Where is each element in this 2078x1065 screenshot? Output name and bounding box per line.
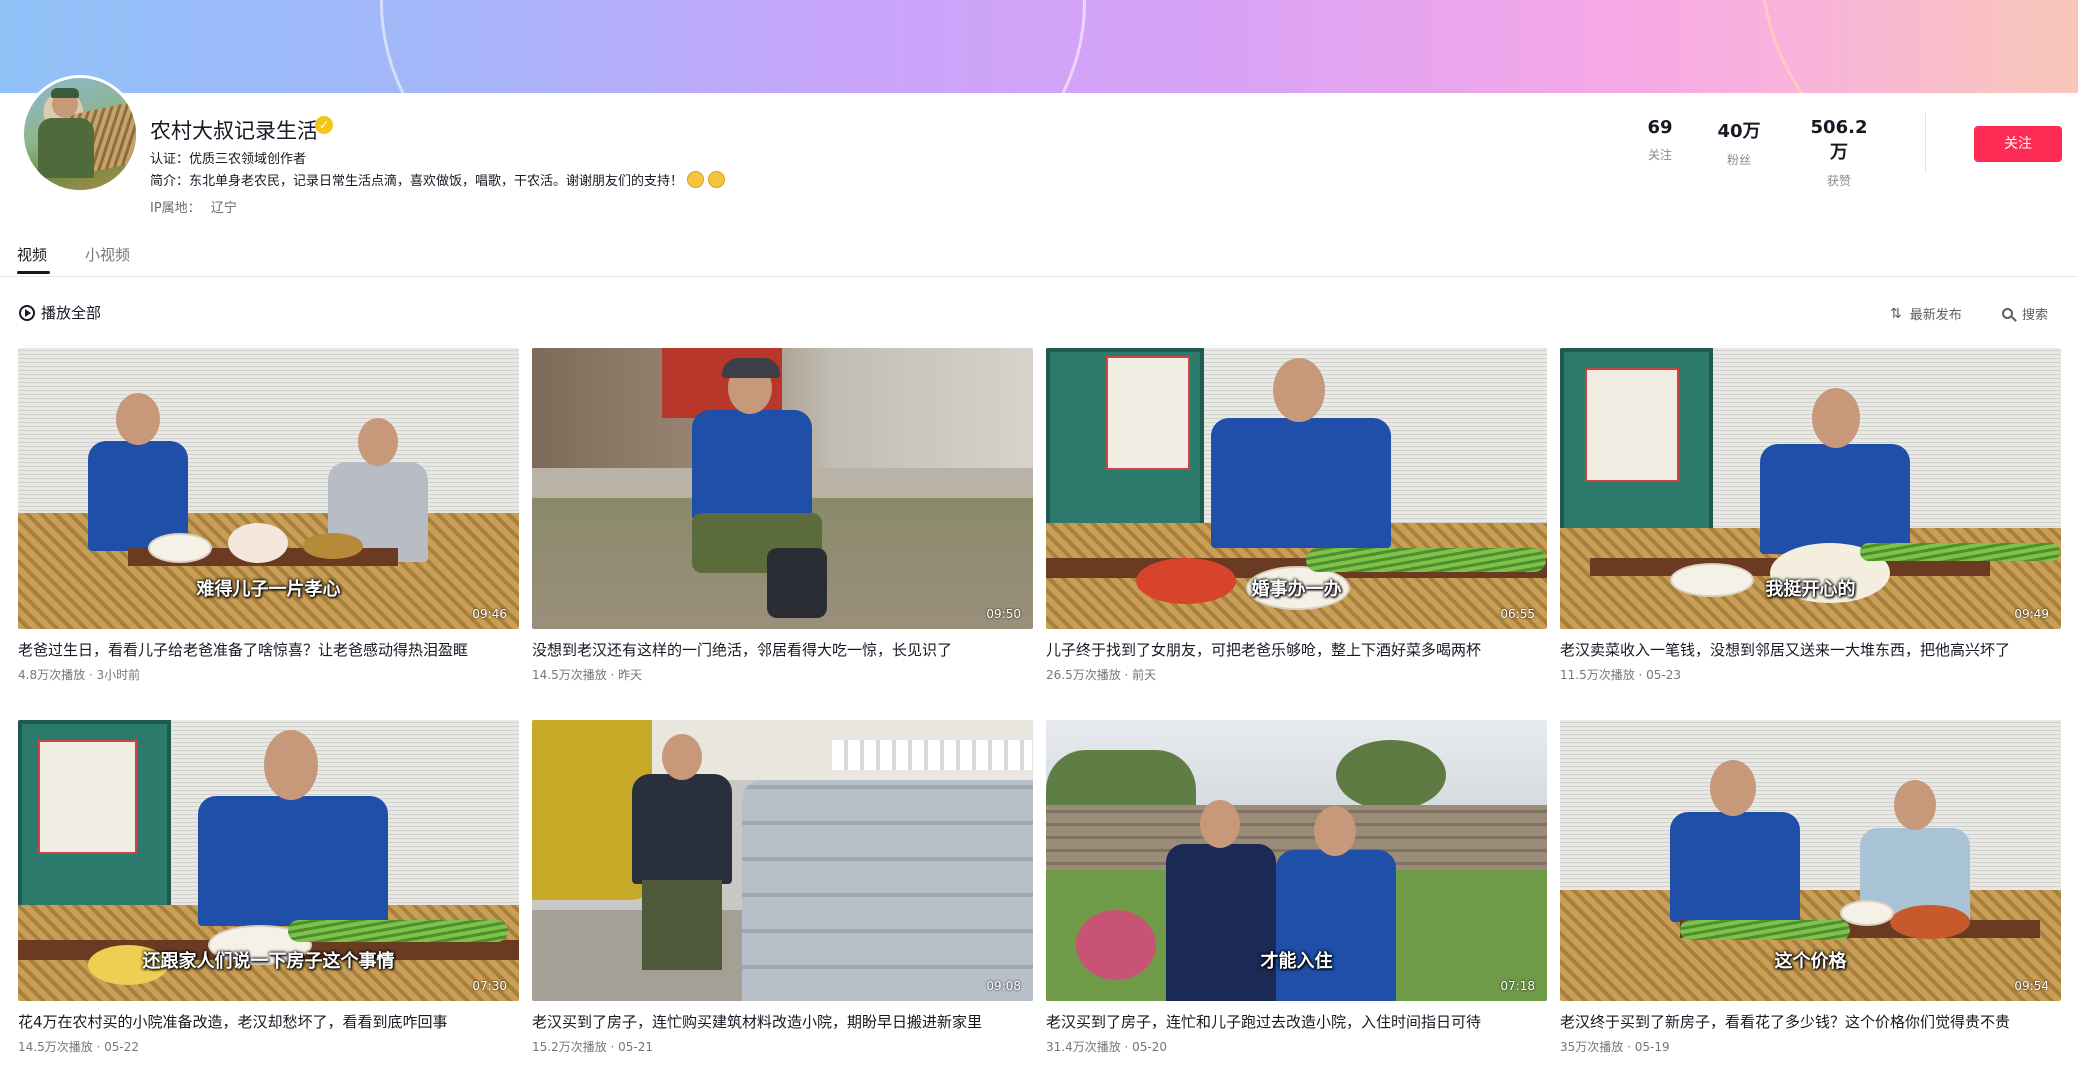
- video-card[interactable]: 09:50 没想到老汉还有这样的一门绝活，邻居看得大吃一惊，长见识了 14.5万…: [532, 348, 1033, 683]
- stat-likes[interactable]: 506.2万 获赞: [1804, 117, 1874, 189]
- bio-text: 简介：东北单身老农民，记录日常生活点滴，喜欢做饭，唱歌，干农活。谢谢朋友们的支持…: [150, 170, 726, 189]
- sort-icon: ⇅: [1890, 305, 1902, 322]
- stat-value: 40万: [1717, 121, 1761, 142]
- video-duration: 09:49: [2014, 607, 2049, 621]
- tab-short-videos[interactable]: 小视频: [85, 244, 130, 265]
- video-caption: 才能入住: [1260, 951, 1333, 972]
- video-meta: 31.4万次播放 · 05-20: [1046, 1040, 1168, 1054]
- video-duration: 06:55: [1500, 607, 1535, 621]
- video-meta: 35万次播放 · 05-19: [1560, 1040, 1670, 1054]
- video-title[interactable]: 没想到老汉还有这样的一门绝活，邻居看得大吃一惊，长见识了: [532, 639, 1033, 660]
- search-icon: [2002, 308, 2013, 319]
- video-thumbnail[interactable]: 我挺开心的 09:49: [1560, 348, 2061, 629]
- video-duration: 09:50: [986, 607, 1021, 621]
- avatar[interactable]: [21, 75, 139, 193]
- video-caption: 这个价格: [1774, 951, 1847, 972]
- video-card[interactable]: 我挺开心的 09:49 老汉卖菜收入一笔钱，没想到邻居又送来一大堆东西，把他高兴…: [1560, 348, 2061, 683]
- video-title[interactable]: 老爸过生日，看看儿子给老爸准备了啥惊喜？让老爸感动得热泪盈眶: [18, 639, 519, 660]
- play-all-button[interactable]: 播放全部: [19, 302, 101, 323]
- video-caption: 婚事办一办: [1251, 579, 1342, 600]
- search-button[interactable]: 搜索: [2002, 304, 2048, 323]
- sort-button[interactable]: ⇅ 最新发布: [1890, 304, 1962, 324]
- video-caption: 难得儿子一片孝心: [196, 579, 341, 600]
- profile-banner: [0, 0, 2078, 93]
- profile-name: 农村大叔记录生活: [150, 119, 318, 143]
- video-duration: 09:46: [472, 607, 507, 621]
- content-tabs: 视频 小视频: [0, 236, 2078, 277]
- tab-videos[interactable]: 视频: [17, 244, 47, 265]
- stat-value: 69: [1647, 117, 1673, 138]
- video-duration: 09:54: [2014, 979, 2049, 993]
- video-thumbnail[interactable]: 还跟家人们说一下房子这个事情 07:30: [18, 720, 519, 1001]
- bio-content: 简介：东北单身老农民，记录日常生活点滴，喜欢做饭，唱歌，干农活。谢谢朋友们的支持…: [150, 174, 684, 189]
- video-meta: 14.5万次播放 · 05-22: [18, 1040, 140, 1054]
- video-meta: 15.2万次播放 · 05-21: [532, 1040, 654, 1054]
- video-title[interactable]: 花4万在农村买的小院准备改造，老汉却愁坏了，看看到底咋回事: [18, 1011, 519, 1032]
- video-thumbnail[interactable]: 婚事办一办 06:55: [1046, 348, 1547, 629]
- sort-label: 最新发布: [1909, 308, 1962, 323]
- video-meta: 11.5万次播放 · 05-23: [1560, 668, 1682, 682]
- video-title[interactable]: 老汉买到了房子，连忙和儿子跑过去改造小院，入住时间指日可待: [1046, 1011, 1547, 1032]
- banner-decor: [380, 0, 1086, 93]
- video-duration: 09:08: [986, 979, 1021, 993]
- video-title[interactable]: 儿子终于找到了女朋友，可把老爸乐够呛，整上下酒好菜多喝两杯: [1046, 639, 1547, 660]
- video-toolbar: 播放全部 ⇅ 最新发布 搜索: [0, 300, 2078, 326]
- active-tab-indicator: [17, 271, 50, 274]
- profile-header: 农村大叔记录生活 ✓ 认证：优质三农领域创作者 简介：东北单身老农民，记录日常生…: [0, 75, 2078, 243]
- stat-label: 粉丝: [1726, 153, 1751, 167]
- video-thumbnail[interactable]: 这个价格 09:54: [1560, 720, 2061, 1001]
- video-meta: 26.5万次播放 · 前天: [1046, 668, 1157, 682]
- video-thumbnail[interactable]: 难得儿子一片孝心 09:46: [18, 348, 519, 629]
- video-meta: 14.5万次播放 · 昨天: [532, 668, 643, 682]
- video-duration: 07:18: [1500, 979, 1535, 993]
- divider: [1925, 113, 1926, 173]
- verified-badge-icon: ✓: [315, 116, 333, 134]
- video-card[interactable]: 还跟家人们说一下房子这个事情 07:30 花4万在农村买的小院准备改造，老汉却愁…: [18, 720, 519, 1055]
- video-card[interactable]: 婚事办一办 06:55 儿子终于找到了女朋友，可把老爸乐够呛，整上下酒好菜多喝两…: [1046, 348, 1547, 683]
- follow-button[interactable]: 关注: [1974, 126, 2062, 162]
- ip-label: IP属地：: [150, 201, 201, 216]
- video-card[interactable]: 09:08 老汉买到了房子，连忙购买建筑材料改造小院，期盼早日搬进新家里 15.…: [532, 720, 1033, 1055]
- video-thumbnail[interactable]: 09:50: [532, 348, 1033, 629]
- stat-followers[interactable]: 40万 粉丝: [1712, 117, 1766, 168]
- play-all-label: 播放全部: [41, 304, 102, 322]
- stat-label: 获赞: [1826, 174, 1851, 188]
- video-caption: 还跟家人们说一下房子这个事情: [142, 951, 395, 972]
- stat-following[interactable]: 69 关注: [1640, 117, 1680, 163]
- video-card[interactable]: 才能入住 07:18 老汉买到了房子，连忙和儿子跑过去改造小院，入住时间指日可待…: [1046, 720, 1547, 1055]
- video-thumbnail[interactable]: 才能入住 07:18: [1046, 720, 1547, 1001]
- video-card[interactable]: 难得儿子一片孝心 09:46 老爸过生日，看看儿子给老爸准备了啥惊喜？让老爸感动…: [18, 348, 519, 683]
- video-title[interactable]: 老汉买到了房子，连忙购买建筑材料改造小院，期盼早日搬进新家里: [532, 1011, 1033, 1032]
- stat-value: 506.2万: [1810, 117, 1868, 163]
- certification-text: 认证：优质三农领域创作者: [150, 152, 307, 167]
- video-caption: 我挺开心的: [1765, 579, 1856, 600]
- video-meta: 4.8万次播放 · 3小时前: [18, 668, 141, 682]
- video-card[interactable]: 这个价格 09:54 老汉终于买到了新房子，看看花了多少钱？这个价格你们觉得贵不…: [1560, 720, 2061, 1055]
- search-label: 搜索: [2022, 308, 2049, 323]
- ip-location: IP属地： 辽宁: [150, 197, 237, 216]
- stat-label: 关注: [1647, 148, 1672, 162]
- smile-emoji-icon: [708, 171, 726, 188]
- smile-emoji-icon: [687, 171, 705, 188]
- video-title[interactable]: 老汉卖菜收入一笔钱，没想到邻居又送来一大堆东西，把他高兴坏了: [1560, 639, 2061, 660]
- ip-value: 辽宁: [210, 201, 237, 216]
- banner-decor: [1760, 0, 2078, 93]
- play-circle-icon: [19, 304, 35, 321]
- video-duration: 07:30: [472, 979, 507, 993]
- video-thumbnail[interactable]: 09:08: [532, 720, 1033, 1001]
- video-title[interactable]: 老汉终于买到了新房子，看看花了多少钱？这个价格你们觉得贵不贵: [1560, 1011, 2061, 1032]
